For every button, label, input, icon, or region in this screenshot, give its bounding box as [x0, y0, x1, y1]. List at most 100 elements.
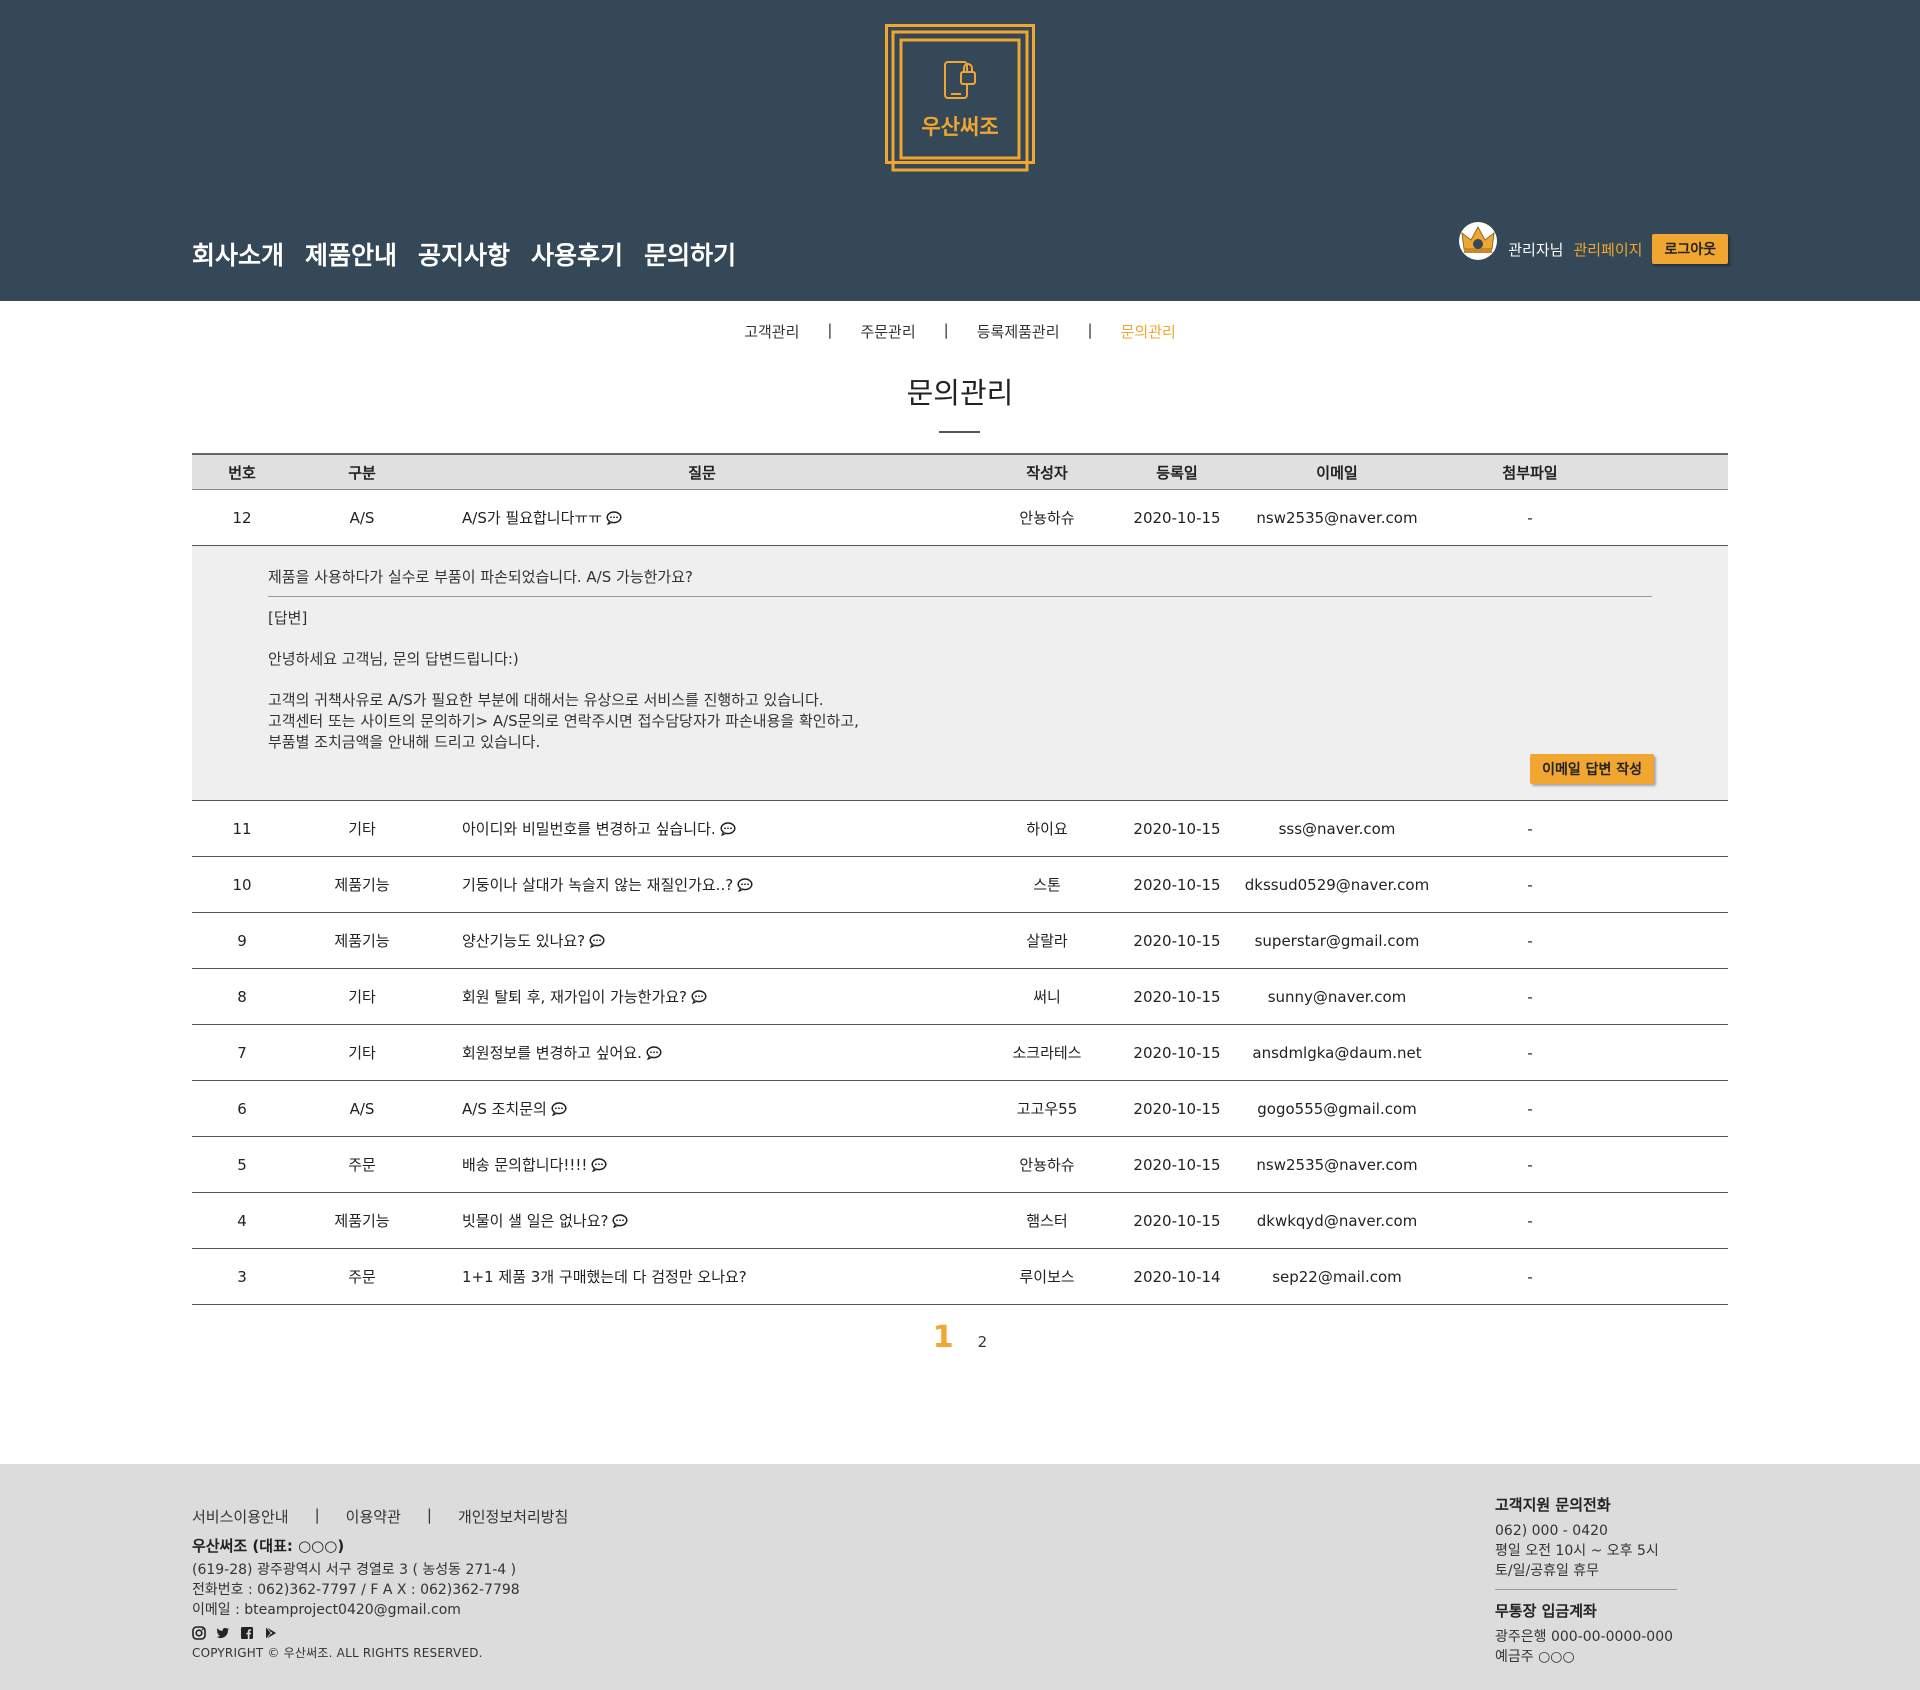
row-category: A/S — [349, 1099, 375, 1118]
logo[interactable]: 우산써조 — [885, 24, 1035, 174]
row-writer: 살랄라 — [1026, 932, 1068, 950]
row-question-text[interactable]: A/S가 필요합니다ㅠㅠ — [462, 509, 602, 527]
chat-bubble-icon — [737, 878, 753, 892]
header-attachment: 첨부파일 — [1502, 463, 1558, 482]
table-row[interactable]: 8 기타 회원 탈퇴 후, 재가입이 가능한가요? 써니 2020-10-15 … — [192, 969, 1728, 1025]
copyright: COPYRIGHT © 우산써조. ALL RIGHTS RESERVED. — [192, 1646, 483, 1660]
subnav-inquiries[interactable]: 문의관리 — [1121, 321, 1176, 342]
row-attachment: - — [1527, 1099, 1533, 1118]
row-attachment: - — [1527, 508, 1533, 527]
row-question-text[interactable]: 기둥이나 살대가 녹슬지 않는 재질인가요..? — [462, 876, 733, 894]
row-writer: 스톤 — [1033, 876, 1061, 894]
footer-address: (619-28) 광주광역시 서구 경열로 3 ( 농성동 271-4 ) — [192, 1562, 517, 1578]
row-question[interactable]: 배송 문의합니다!!!! — [432, 1154, 972, 1175]
subnav-customers[interactable]: 고객관리 — [744, 321, 799, 342]
subnav-products[interactable]: 등록제품관리 — [977, 321, 1060, 342]
table-row[interactable]: 6 A/S A/S 조치문의 고고우55 2020-10-15 gogo555@… — [192, 1081, 1728, 1137]
row-attachment: - — [1527, 1267, 1533, 1286]
row-question-text[interactable]: A/S 조치문의 — [462, 1100, 547, 1118]
row-question-text[interactable]: 빗물이 샐 일은 없나요? — [462, 1212, 608, 1230]
row-question[interactable]: 양산기능도 있나요? — [432, 930, 972, 951]
bank-title: 무통장 입금계좌 — [1495, 1602, 1597, 1620]
bank-line: 광주은행 000-00-0000-000 — [1495, 1629, 1674, 1645]
answer-label: [답변] — [268, 609, 308, 627]
crown-avatar-icon — [1459, 222, 1498, 260]
cs-title: 고객지원 문의전화 — [1495, 1496, 1611, 1514]
row-question-text[interactable]: 아이디와 비밀번호를 변경하고 싶습니다. — [462, 820, 716, 838]
instagram-icon[interactable] — [192, 1626, 206, 1640]
header-email: 이메일 — [1316, 463, 1358, 482]
header-question: 질문 — [688, 463, 716, 482]
table-row[interactable]: 5 주문 배송 문의합니다!!!! 안뇽하슈 2020-10-15 nsw253… — [192, 1137, 1728, 1193]
page-current[interactable]: 1 — [933, 1320, 954, 1355]
footer-company: 우산써조 (대표: ○○○) — [192, 1537, 345, 1555]
row-question[interactable]: A/S 조치문의 — [432, 1098, 972, 1119]
email-reply-button[interactable]: 이메일 답변 작성 — [1530, 754, 1654, 784]
nav-products[interactable]: 제품안내 — [305, 236, 397, 272]
logo-text: 우산써조 — [921, 115, 998, 139]
table-row[interactable]: 11 기타 아이디와 비밀번호를 변경하고 싶습니다. 하이요 2020-10-… — [192, 801, 1728, 857]
nav-inquiry[interactable]: 문의하기 — [644, 236, 736, 272]
footer-link-terms[interactable]: 이용약관 — [346, 1506, 401, 1527]
nav-reviews[interactable]: 사용후기 — [531, 236, 623, 272]
bank-line: 예금주 ○○○ — [1495, 1649, 1575, 1665]
footer-link-service[interactable]: 서비스이용안내 — [192, 1506, 289, 1527]
pagination: 1 2 — [0, 1320, 1920, 1355]
row-question-text[interactable]: 양산기능도 있나요? — [462, 932, 585, 950]
row-writer: 루이보스 — [1019, 1268, 1075, 1286]
facebook-icon[interactable] — [240, 1626, 254, 1640]
row-category: 기타 — [348, 1044, 376, 1062]
table-row[interactable]: 4 제품기능 빗물이 샐 일은 없나요? 햄스터 2020-10-15 dkwk… — [192, 1193, 1728, 1249]
footer-contact: 고객지원 문의전화 062) 000 - 0420 평일 오전 10시 ~ 오후… — [1495, 1494, 1677, 1667]
answer-greeting: 안녕하세요 고객님, 문의 답변드립니다:) — [268, 650, 519, 668]
table-header: 번호 구분 질문 작성자 등록일 이메일 첨부파일 — [192, 453, 1728, 490]
nav-notice[interactable]: 공지사항 — [418, 236, 510, 272]
row-question-text[interactable]: 회원 탈퇴 후, 재가입이 가능한가요? — [462, 988, 687, 1006]
logout-button[interactable]: 로그아웃 — [1652, 234, 1728, 264]
row-question[interactable]: 빗물이 샐 일은 없나요? — [432, 1210, 972, 1231]
site-header: 우산써조 회사소개 제품안내 공지사항 사용후기 문의하기 관리자님 관리페이지… — [0, 0, 1920, 301]
row-attachment: - — [1527, 1043, 1533, 1062]
footer-link-privacy[interactable]: 개인정보처리방침 — [458, 1506, 568, 1527]
chat-bubble-icon — [606, 511, 622, 525]
row-email: sep22@mail.com — [1272, 1267, 1402, 1286]
row-attachment: - — [1527, 987, 1533, 1006]
nav-company[interactable]: 회사소개 — [192, 236, 284, 272]
row-attachment: - — [1527, 1211, 1533, 1230]
row-category: 주문 — [348, 1268, 376, 1286]
row-question-text[interactable]: 회원정보를 변경하고 싶어요. — [462, 1044, 642, 1062]
chat-bubble-icon — [691, 990, 707, 1004]
row-category: 기타 — [348, 820, 376, 838]
table-row[interactable]: 7 기타 회원정보를 변경하고 싶어요. 소크라테스 2020-10-15 an… — [192, 1025, 1728, 1081]
admin-page-link[interactable]: 관리페이지 — [1573, 239, 1642, 260]
row-question[interactable]: 1+1 제품 3개 구매했는데 다 검정만 오나요? — [432, 1266, 972, 1287]
table-row[interactable]: 10 제품기능 기둥이나 살대가 녹슬지 않는 재질인가요..? 스톤 2020… — [192, 857, 1728, 913]
footer-links: 서비스이용안내 | 이용약관 | 개인정보처리방침 — [192, 1506, 568, 1527]
row-writer: 안뇽하슈 — [1019, 1156, 1075, 1174]
row-number: 12 — [232, 508, 252, 527]
admin-subnav: 고객관리 | 주문관리 | 등록제품관리 | 문의관리 — [0, 321, 1920, 342]
table-row[interactable]: 12 A/S A/S가 필요합니다ㅠㅠ 안뇽하슈 2020-10-15 nsw2… — [192, 490, 1728, 546]
row-question-text[interactable]: 배송 문의합니다!!!! — [462, 1156, 587, 1174]
twitter-icon[interactable] — [216, 1626, 230, 1640]
row-question[interactable]: 아이디와 비밀번호를 변경하고 싶습니다. — [432, 818, 972, 839]
row-question[interactable]: 회원 탈퇴 후, 재가입이 가능한가요? — [432, 986, 972, 1007]
play-store-icon[interactable] — [264, 1626, 278, 1640]
header-category: 구분 — [348, 463, 376, 482]
row-attachment: - — [1527, 931, 1533, 950]
row-question[interactable]: 기둥이나 살대가 녹슬지 않는 재질인가요..? — [432, 874, 972, 895]
subnav-orders[interactable]: 주문관리 — [860, 321, 915, 342]
page-link[interactable]: 2 — [978, 1333, 988, 1351]
row-date: 2020-10-15 — [1133, 931, 1221, 950]
table-body: 12 A/S A/S가 필요합니다ㅠㅠ 안뇽하슈 2020-10-15 nsw2… — [192, 490, 1728, 1305]
row-date: 2020-10-15 — [1133, 1155, 1221, 1174]
subnav-separator: | — [827, 321, 833, 339]
row-email: ansdmlgka@daum.net — [1252, 1043, 1422, 1062]
row-question[interactable]: 회원정보를 변경하고 싶어요. — [432, 1042, 972, 1063]
site-footer: 서비스이용안내 | 이용약관 | 개인정보처리방침 우산써조 (대표: ○○○)… — [0, 1464, 1920, 1690]
table-row[interactable]: 9 제품기능 양산기능도 있나요? 살랄라 2020-10-15 superst… — [192, 913, 1728, 969]
row-question[interactable]: A/S가 필요합니다ㅠㅠ — [432, 507, 972, 528]
row-question-text[interactable]: 1+1 제품 3개 구매했는데 다 검정만 오나요? — [462, 1268, 747, 1286]
header-writer: 작성자 — [1026, 463, 1068, 482]
table-row[interactable]: 3 주문 1+1 제품 3개 구매했는데 다 검정만 오나요? 루이보스 202… — [192, 1249, 1728, 1305]
